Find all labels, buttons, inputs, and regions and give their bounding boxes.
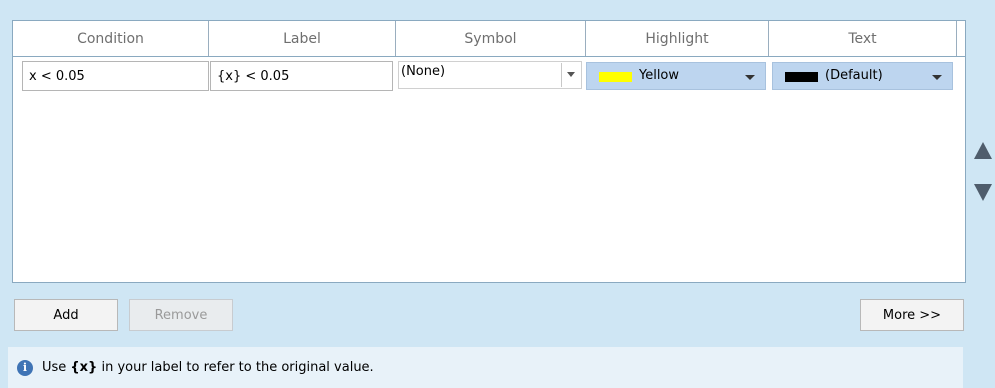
text-color-dropdown[interactable]: (Default) [772, 62, 953, 90]
text-color-name: (Default) [825, 68, 883, 83]
text-color-swatch [785, 72, 818, 82]
conditional-format-panel: Condition Label Symbol Highlight Text x … [0, 0, 995, 388]
highlight-color-dropdown[interactable]: Yellow [586, 62, 766, 90]
info-suffix: in your label to refer to the original v… [97, 360, 374, 375]
info-token: {x} [70, 360, 98, 375]
move-up-button[interactable] [970, 134, 995, 166]
symbol-value: (None) [401, 64, 446, 79]
label-field[interactable]: {x} < 0.05 [210, 61, 393, 91]
chevron-down-icon [567, 72, 575, 77]
highlight-color-name: Yellow [639, 68, 680, 83]
condition-field[interactable]: x < 0.05 [22, 61, 209, 91]
move-down-button[interactable] [970, 176, 995, 208]
info-prefix: Use [42, 360, 71, 375]
column-header-label: Label [209, 21, 396, 56]
more-button[interactable]: More >> [860, 299, 964, 331]
info-icon: i [17, 359, 33, 376]
column-header-symbol: Symbol [396, 21, 586, 56]
chevron-down-icon [745, 75, 755, 80]
chevron-down-icon [932, 75, 942, 80]
remove-button[interactable]: Remove [129, 299, 233, 331]
triangle-down-icon [973, 183, 992, 201]
table-row: x < 0.05 {x} < 0.05 (None) Yellow (Defau… [13, 61, 965, 91]
info-bar: i Use {x} in your label to refer to the … [8, 347, 963, 388]
dropdown-separator [561, 63, 562, 87]
info-message: Use {x} in your label to refer to the or… [42, 360, 374, 375]
column-header-highlight: Highlight [586, 21, 769, 56]
triangle-up-icon [973, 141, 992, 159]
symbol-dropdown[interactable]: (None) [398, 61, 582, 89]
highlight-swatch [599, 72, 632, 82]
column-header-condition: Condition [13, 21, 209, 56]
grid-header: Condition Label Symbol Highlight Text [13, 21, 965, 57]
add-button[interactable]: Add [14, 299, 118, 331]
column-header-text: Text [769, 21, 957, 56]
rules-grid: Condition Label Symbol Highlight Text x … [12, 20, 966, 283]
